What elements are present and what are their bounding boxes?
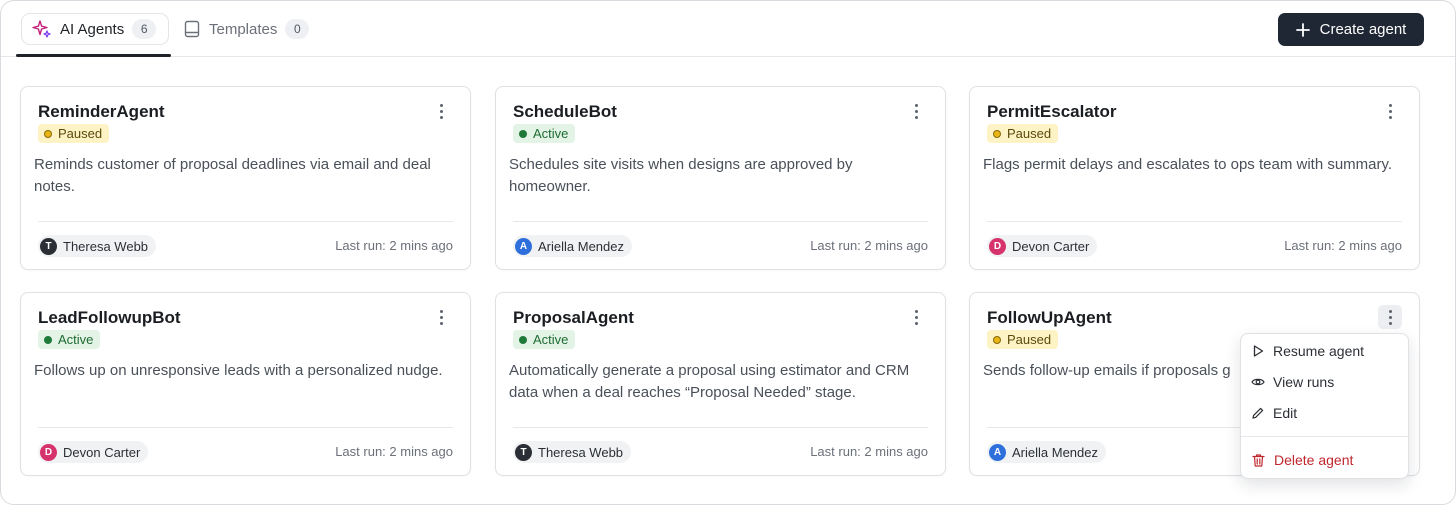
status-badge: Active	[38, 330, 101, 349]
more-options-icon[interactable]	[429, 99, 453, 123]
pencil-icon	[1251, 406, 1265, 420]
more-options-icon[interactable]	[1378, 305, 1402, 329]
create-agent-label: Create agent	[1319, 21, 1407, 38]
agent-description: Sends follow-up emails if proposals g	[983, 362, 1231, 379]
status-badge: Active	[513, 124, 576, 143]
avatar: A	[515, 237, 532, 255]
tab-label: AI Agents	[60, 20, 125, 38]
agent-description: Reminds customer of proposal deadlines v…	[34, 156, 431, 195]
paused-icon	[993, 129, 1001, 138]
active-tab-indicator	[16, 54, 171, 57]
last-run: Last run: 2 mins ago	[335, 238, 453, 253]
status-label: Active	[58, 332, 94, 347]
avatar: D	[989, 237, 1006, 255]
owner-chip: D Devon Carter	[38, 441, 149, 463]
status-label: Active	[533, 126, 569, 141]
agent-name: ScheduleBot	[513, 102, 617, 121]
status-label: Paused	[1007, 332, 1052, 347]
owner-name: Ariella Mendez	[1012, 444, 1098, 460]
last-run: Last run: 2 mins ago	[810, 238, 928, 253]
owner-chip: D Devon Carter	[987, 235, 1098, 257]
last-run: Last run: 2 mins ago	[810, 444, 928, 459]
divider	[38, 427, 453, 428]
agent-name: LeadFollowupBot	[38, 308, 181, 327]
book-icon	[183, 20, 201, 38]
agent-card[interactable]: ReminderAgent Paused Reminds customer of…	[20, 86, 471, 270]
more-options-icon[interactable]	[1378, 99, 1402, 123]
avatar: T	[40, 237, 57, 255]
status-badge: Paused	[38, 124, 110, 143]
menu-divider	[1241, 436, 1408, 437]
active-dot-icon	[44, 335, 52, 344]
owner-name: Theresa Webb	[63, 238, 149, 254]
agent-description: Schedules site visits when designs are a…	[509, 156, 853, 195]
menu-item-resume-agent[interactable]: Resume agent	[1251, 340, 1401, 362]
owner-name: Theresa Webb	[538, 444, 624, 460]
agent-card[interactable]: ProposalAgent Active Automatically gener…	[495, 292, 946, 476]
last-run: Last run: 2 mins ago	[335, 444, 453, 459]
more-options-icon[interactable]	[429, 305, 453, 329]
menu-item-delete-agent[interactable]: Delete agent	[1251, 449, 1401, 471]
active-dot-icon	[519, 335, 527, 344]
status-badge: Paused	[987, 124, 1059, 143]
owner-name: Devon Carter	[1012, 238, 1090, 254]
agent-description: Follows up on unresponsive leads with a …	[34, 362, 443, 379]
agents-panel: AI Agents 6 Templates 0 Create agent Rem…	[0, 0, 1456, 505]
sparkle-icon	[32, 19, 52, 39]
menu-item-label: Delete agent	[1274, 452, 1354, 468]
tab-count-badge: 0	[285, 19, 310, 39]
divider	[987, 221, 1402, 222]
agent-name: ProposalAgent	[513, 308, 634, 327]
menu-item-label: Edit	[1273, 405, 1298, 421]
menu-item-edit[interactable]: Edit	[1251, 402, 1401, 424]
agent-description: Flags permit delays and escalates to ops…	[983, 156, 1393, 173]
status-label: Paused	[1007, 126, 1052, 141]
tab-ai-agents[interactable]: AI Agents 6	[21, 13, 170, 45]
more-options-icon[interactable]	[904, 305, 928, 329]
agent-name: FollowUpAgent	[987, 308, 1112, 327]
menu-item-label: View runs	[1273, 374, 1335, 390]
plus-icon	[1295, 22, 1310, 37]
status-badge: Active	[513, 330, 576, 349]
play-icon	[1251, 344, 1265, 358]
paused-icon	[44, 129, 52, 138]
agent-card[interactable]: ScheduleBot Active Schedules site visits…	[495, 86, 946, 270]
agent-actions-menu: Resume agent View runs Edit Delete agent	[1240, 333, 1409, 479]
agent-name: PermitEscalator	[987, 102, 1117, 121]
owner-name: Devon Carter	[63, 444, 141, 460]
menu-item-label: Resume agent	[1273, 343, 1365, 359]
create-agent-button[interactable]: Create agent	[1278, 13, 1424, 46]
tab-bar: AI Agents 6 Templates 0 Create agent	[1, 1, 1455, 57]
owner-name: Ariella Mendez	[538, 238, 624, 254]
status-label: Paused	[58, 126, 103, 141]
status-badge: Paused	[987, 330, 1059, 349]
avatar: D	[40, 443, 57, 461]
active-dot-icon	[519, 129, 527, 138]
eye-icon	[1251, 375, 1265, 389]
owner-chip: T Theresa Webb	[513, 441, 632, 463]
owner-chip: T Theresa Webb	[38, 235, 157, 257]
trash-icon	[1251, 453, 1266, 468]
avatar: T	[515, 443, 532, 461]
avatar: A	[989, 443, 1006, 461]
owner-chip: A Ariella Mendez	[987, 441, 1106, 463]
tab-count-badge: 6	[132, 19, 157, 39]
agent-card[interactable]: PermitEscalator Paused Flags permit dela…	[969, 86, 1420, 270]
last-run: Last run: 2 mins ago	[1284, 238, 1402, 253]
paused-icon	[993, 335, 1001, 344]
agent-description: Automatically generate a proposal using …	[509, 362, 910, 401]
menu-item-view-runs[interactable]: View runs	[1251, 371, 1401, 393]
tab-label: Templates	[209, 20, 278, 38]
tab-templates[interactable]: Templates 0	[173, 13, 321, 45]
more-options-icon[interactable]	[904, 99, 928, 123]
agent-name: ReminderAgent	[38, 102, 165, 121]
status-label: Active	[533, 332, 569, 347]
agent-card[interactable]: LeadFollowupBot Active Follows up on unr…	[20, 292, 471, 476]
divider	[513, 221, 928, 222]
divider	[38, 221, 453, 222]
owner-chip: A Ariella Mendez	[513, 235, 632, 257]
divider	[513, 427, 928, 428]
